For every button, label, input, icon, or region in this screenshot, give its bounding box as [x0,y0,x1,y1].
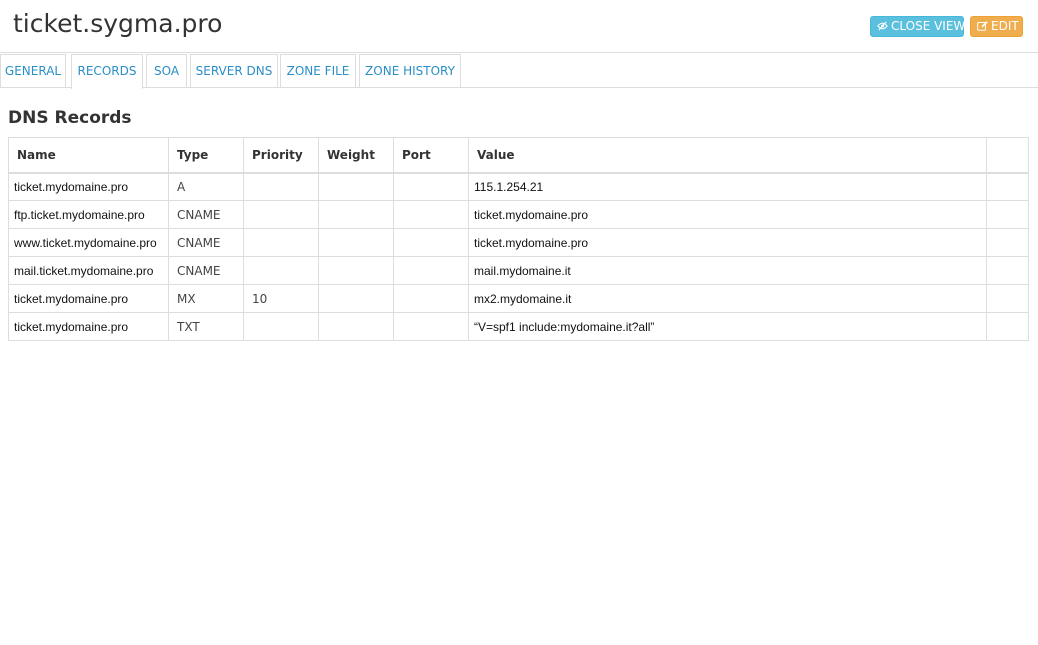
record-type: CNAME [168,200,244,229]
table-row: www.ticket.mydomaine.pro CNAME ticket.my… [8,228,1029,257]
record-priority [243,172,319,201]
close-view-button[interactable]: CLOSE VIEW [870,16,966,37]
tab-zone-file[interactable]: ZONE FILE [280,54,356,87]
record-name: www.ticket.mydomaine.pro [8,228,169,257]
record-value: mx2.mydomaine.it [468,284,987,313]
record-weight [318,172,394,201]
record-actions [986,312,1029,341]
dns-records-table: Name Type Priority Weight Port Value tic… [8,137,1029,341]
record-actions [986,256,1029,285]
column-header-port: Port [393,137,469,174]
record-weight [318,312,394,341]
record-name: ticket.mydomaine.pro [8,284,169,313]
column-header-actions [986,137,1029,174]
record-weight [318,228,394,257]
record-value: “V=spf1 include:mydomaine.it?all” [468,312,987,341]
column-header-weight: Weight [318,137,394,174]
record-port [393,172,469,201]
record-name: ticket.mydomaine.pro [8,312,169,341]
record-type: A [168,172,244,201]
record-name: ticket.mydomaine.pro [8,172,169,201]
record-port [393,200,469,229]
record-actions [986,284,1029,313]
record-actions [986,228,1029,257]
edit-icon [977,21,988,31]
column-header-type: Type [168,137,244,174]
record-name: mail.ticket.mydomaine.pro [8,256,169,285]
column-header-priority: Priority [243,137,319,174]
table-row: ticket.mydomaine.pro A 115.1.254.21 [8,172,1029,201]
record-port [393,228,469,257]
record-priority [243,312,319,341]
record-type: TXT [168,312,244,341]
column-header-name: Name [8,137,169,174]
record-name: ftp.ticket.mydomaine.pro [8,200,169,229]
record-value: ticket.mydomaine.pro [468,200,987,229]
record-actions [986,172,1029,201]
tab-soa[interactable]: SOA [146,54,187,87]
page-title: ticket.sygma.pro [13,9,223,38]
column-header-value: Value [468,137,987,174]
page-header: ticket.sygma.pro CLOSE VIEW EDIT [0,0,1038,53]
table-row: ticket.mydomaine.pro TXT “V=spf1 include… [8,312,1029,341]
tab-zone-history[interactable]: ZONE HISTORY [359,54,461,87]
table-row: ftp.ticket.mydomaine.pro CNAME ticket.my… [8,200,1029,229]
tab-records[interactable]: RECORDS [71,54,143,89]
record-value: ticket.mydomaine.pro [468,228,987,257]
record-weight [318,256,394,285]
tab-general[interactable]: GENERAL [0,54,66,87]
eye-slash-icon [877,21,888,31]
table-row: ticket.mydomaine.pro MX 10 mx2.mydomaine… [8,284,1029,313]
tab-bar: GENERAL RECORDS SOA SERVER DNS ZONE FILE… [0,53,1038,89]
tab-server-dns[interactable]: SERVER DNS [190,54,278,87]
record-priority: 10 [243,284,319,313]
record-value: mail.mydomaine.it [468,256,987,285]
record-actions [986,200,1029,229]
record-type: CNAME [168,256,244,285]
table-header-row: Name Type Priority Weight Port Value [8,137,1029,174]
edit-label: EDIT [991,19,1019,33]
record-type: CNAME [168,228,244,257]
record-port [393,256,469,285]
record-value: 115.1.254.21 [468,172,987,201]
section-title: DNS Records [8,108,132,128]
record-priority [243,228,319,257]
edit-button[interactable]: EDIT [970,16,1023,37]
record-priority [243,256,319,285]
close-view-label: CLOSE VIEW [891,19,966,33]
table-row: mail.ticket.mydomaine.pro CNAME mail.myd… [8,256,1029,285]
record-priority [243,200,319,229]
record-weight [318,284,394,313]
record-weight [318,200,394,229]
record-type: MX [168,284,244,313]
record-port [393,312,469,341]
record-port [393,284,469,313]
